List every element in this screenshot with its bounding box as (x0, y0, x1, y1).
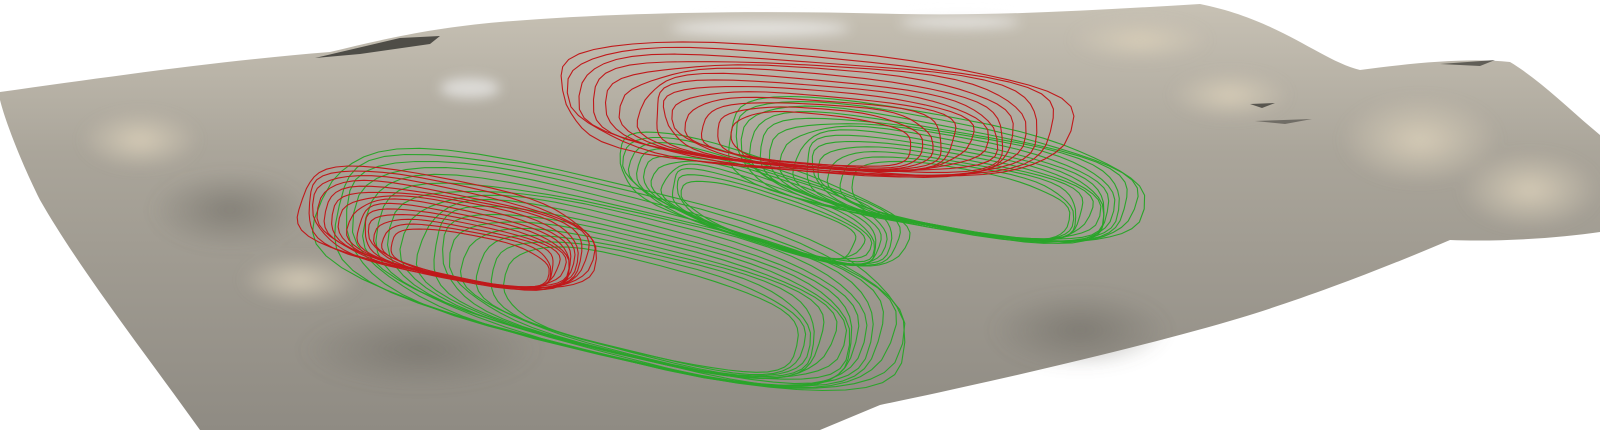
terrain-scene (0, 4, 1600, 430)
3d-viewport[interactable] (0, 0, 1600, 430)
